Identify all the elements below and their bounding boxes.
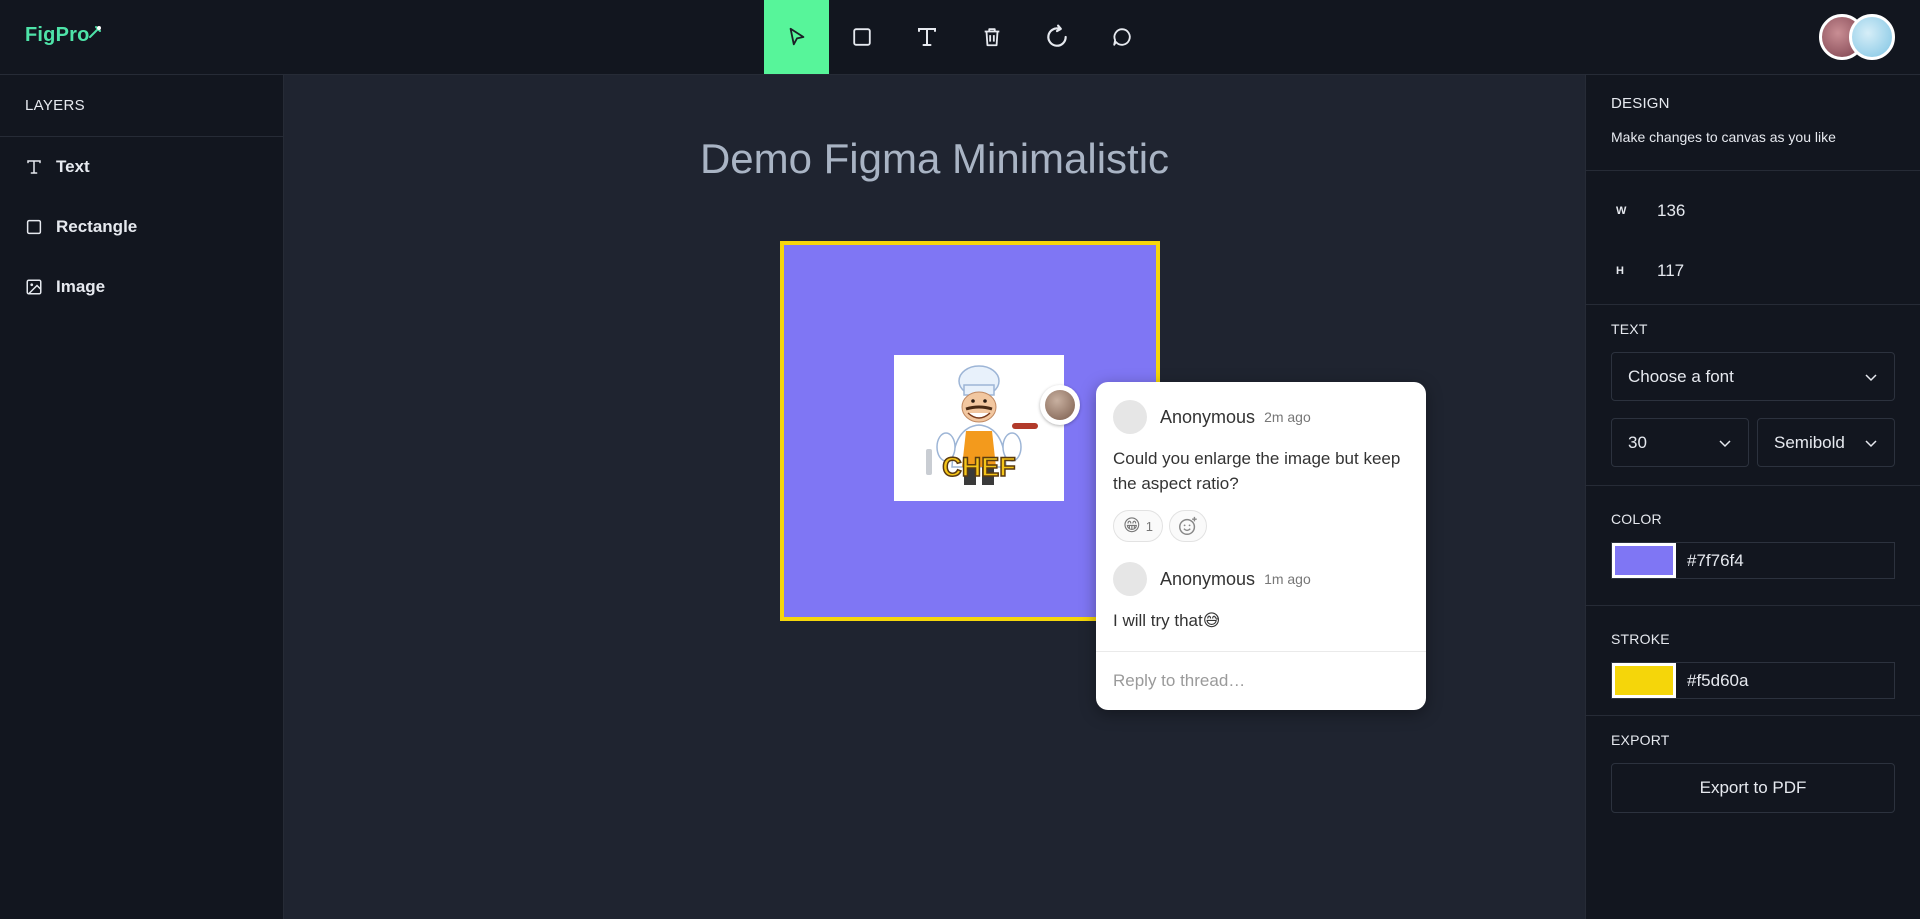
active-users — [1819, 14, 1895, 60]
pen-icon — [88, 25, 101, 38]
layer-label: Rectangle — [56, 217, 138, 236]
canvas-title-text[interactable]: Demo Figma Minimalistic — [284, 135, 1585, 183]
comment-time: 1m ago — [1264, 571, 1311, 587]
text-icon — [917, 28, 936, 46]
stroke-section: STROKE #f5d60a — [1586, 606, 1920, 716]
chef-illustration-icon: CHEF — [926, 365, 1038, 485]
font-size-select[interactable]: 30 — [1611, 418, 1749, 467]
layer-label: Text — [56, 157, 90, 176]
app-logo[interactable]: FigPro — [25, 24, 102, 47]
width-label: W — [1616, 205, 1627, 217]
square-icon — [26, 219, 42, 235]
comment-body: Could you enlarge the image but keep the… — [1113, 449, 1401, 493]
reaction-count: 1 — [1145, 518, 1153, 534]
stroke-color-value[interactable]: #f5d60a — [1687, 671, 1748, 691]
design-panel: DESIGN Make changes to canvas as you lik… — [1585, 75, 1920, 919]
comment-body: I will try that😅 — [1113, 611, 1221, 630]
image-icon — [26, 279, 42, 295]
stroke-color-swatch[interactable] — [1612, 663, 1676, 698]
dimensions-section: W 136 H 117 — [1586, 171, 1920, 305]
refresh-icon — [1046, 24, 1067, 47]
layer-item-rectangle[interactable]: Rectangle — [0, 197, 283, 257]
comment-pin[interactable] — [1040, 385, 1080, 425]
text-tool-button[interactable] — [894, 0, 959, 74]
design-subtitle: Make changes to canvas as you like — [1611, 129, 1836, 145]
comment-time: 2m ago — [1264, 409, 1311, 425]
design-header: DESIGN Make changes to canvas as you lik… — [1586, 75, 1920, 171]
export-section: EXPORT Export to PDF — [1586, 716, 1920, 813]
add-emoji-icon — [1178, 516, 1197, 535]
comment-header: Anonymous 1m ago — [1113, 562, 1311, 596]
height-row[interactable]: H 117 — [1611, 241, 1895, 301]
chevron-down-icon — [1865, 439, 1877, 447]
user-avatar[interactable] — [1849, 14, 1895, 60]
font-family-select[interactable]: Choose a font — [1611, 352, 1895, 401]
stroke-section-title: STROKE — [1611, 631, 1670, 647]
svg-text:CHEF: CHEF — [942, 452, 1016, 482]
top-bar: FigPro — [0, 0, 1920, 75]
layer-item-image[interactable]: Image — [0, 257, 283, 317]
text-section-title: TEXT — [1611, 321, 1648, 337]
export-pdf-button[interactable]: Export to PDF — [1611, 763, 1895, 813]
chevron-down-icon — [1719, 439, 1731, 447]
design-title: DESIGN — [1611, 95, 1670, 112]
color-section-title: COLOR — [1611, 511, 1662, 527]
trash-icon — [984, 28, 999, 47]
chevron-down-icon — [1865, 373, 1877, 381]
text-icon — [27, 160, 41, 174]
fill-color-value[interactable]: #7f76f4 — [1687, 551, 1744, 571]
fill-color-picker[interactable]: #7f76f4 — [1611, 542, 1895, 579]
text-section: TEXT Choose a font 30 Semibold — [1586, 305, 1920, 486]
font-weight-select[interactable]: Semibold — [1757, 418, 1895, 467]
height-input[interactable]: 117 — [1657, 261, 1684, 281]
height-label: H — [1616, 265, 1624, 277]
square-icon — [852, 28, 871, 46]
cursor-icon — [789, 27, 804, 46]
reactions-bar: 😁 1 — [1113, 510, 1213, 542]
font-family-value: Choose a font — [1628, 366, 1734, 386]
reaction-emoji: 😁 — [1123, 516, 1141, 535]
comment-author: Anonymous — [1160, 568, 1256, 589]
stroke-color-picker[interactable]: #f5d60a — [1611, 662, 1895, 699]
font-options-row: 30 Semibold — [1611, 418, 1895, 467]
delete-tool-button[interactable] — [959, 0, 1024, 74]
export-section-title: EXPORT — [1611, 732, 1670, 748]
canvas-image[interactable]: CHEF — [894, 355, 1064, 501]
commenter-avatar — [1045, 390, 1075, 420]
layer-item-text[interactable]: Text — [0, 137, 283, 197]
width-row[interactable]: W 136 — [1611, 181, 1895, 241]
add-reaction-button[interactable] — [1168, 510, 1207, 542]
layer-label: Image — [56, 277, 106, 296]
color-section: COLOR #7f76f4 — [1586, 486, 1920, 606]
rectangle-tool-button[interactable] — [829, 0, 894, 74]
reply-input[interactable]: Reply to thread… — [1096, 651, 1426, 710]
font-size-value: 30 — [1628, 432, 1647, 452]
layers-title: LAYERS — [0, 75, 283, 137]
fill-color-swatch[interactable] — [1612, 543, 1676, 578]
logo-text: FigPro — [25, 24, 90, 46]
comment-author: Anonymous — [1160, 406, 1256, 427]
canvas[interactable]: Demo Figma Minimalistic CHEF Anonymous 2… — [284, 75, 1585, 919]
comment-thread: Anonymous 2m ago Could you enlarge the i… — [1096, 382, 1426, 710]
comment-icon — [1112, 28, 1131, 46]
comment-header: Anonymous 2m ago — [1113, 400, 1311, 434]
reaction-chip[interactable]: 😁 1 — [1113, 510, 1163, 542]
comment-avatar — [1113, 400, 1147, 434]
comment-avatar — [1113, 562, 1147, 596]
font-weight-value: Semibold — [1774, 432, 1845, 452]
toolbar — [764, 0, 1154, 74]
width-input[interactable]: 136 — [1657, 201, 1685, 221]
layers-panel: LAYERS Text Rectangle Image — [0, 75, 284, 919]
select-tool-button[interactable] — [764, 0, 829, 74]
reset-tool-button[interactable] — [1024, 0, 1089, 74]
comment-tool-button[interactable] — [1089, 0, 1154, 74]
